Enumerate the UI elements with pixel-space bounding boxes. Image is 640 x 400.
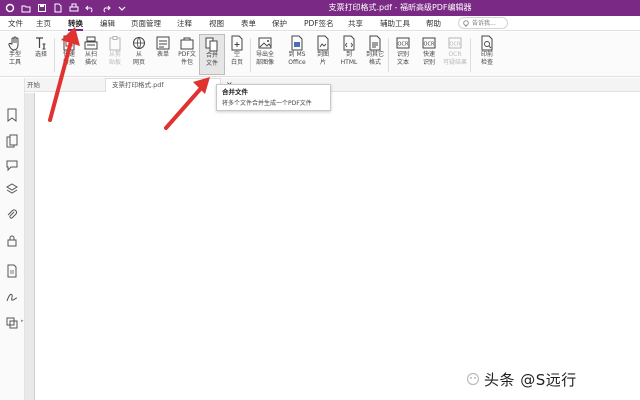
search-input[interactable] <box>472 19 506 28</box>
ocr-icon: OCR <box>396 37 410 49</box>
pdf-portfolio-icon <box>180 37 194 50</box>
export-images-icon <box>258 37 272 49</box>
preflight-icon <box>481 35 493 51</box>
other-format-icon <box>369 35 381 51</box>
signature-icon[interactable] <box>5 290 19 304</box>
left-navigation-rail: ▸ <box>0 78 25 400</box>
new-document-icon[interactable] <box>52 3 63 14</box>
export-images-button[interactable]: 导出全 部图像 <box>252 34 278 75</box>
text-select-icon <box>36 37 46 50</box>
comments-icon[interactable] <box>5 158 19 172</box>
ms-office-icon <box>291 35 303 51</box>
document-viewport <box>25 93 640 400</box>
collapse-panel-icon[interactable]: ▸ <box>21 318 24 324</box>
menu-pdf-sign[interactable]: PDF签名 <box>304 18 334 29</box>
menu-home[interactable]: 主页 <box>36 18 51 29</box>
watermark-text: 头条 @S远行 <box>484 370 577 389</box>
bookmark-icon[interactable] <box>5 108 19 122</box>
blank-page-icon <box>231 35 243 51</box>
menu-share[interactable]: 共享 <box>348 18 363 29</box>
customize-toolbar-icon[interactable] <box>116 3 127 14</box>
ocr-suspect-icon: OCR <box>448 37 462 49</box>
watermark-logo-icon <box>466 372 480 386</box>
document-tab[interactable]: 支票打印格式.pdf <box>105 78 221 92</box>
save-icon[interactable] <box>36 3 47 14</box>
file-info-icon[interactable] <box>5 264 19 278</box>
form-icon <box>156 36 170 50</box>
hand-icon <box>8 36 19 51</box>
page-thumbnails-icon[interactable] <box>5 134 19 148</box>
title-bar: 支票打印格式.pdf - 福昕高级PDF编辑器 <box>0 0 640 16</box>
svg-text:OCR: OCR <box>398 42 409 48</box>
menu-form[interactable]: 表单 <box>241 18 256 29</box>
combine-files-tooltip: 合并文件 将多个文件合并生成一个PDF文件 <box>216 84 331 111</box>
menu-accessibility[interactable]: 辅助工具 <box>380 18 410 29</box>
preflight-button[interactable]: 印前 检查 <box>474 34 500 75</box>
quick-ocr-icon: OCR <box>422 37 436 49</box>
menu-convert[interactable]: 转换 <box>68 18 83 31</box>
menu-file[interactable]: 文件 <box>8 18 23 29</box>
menu-edit[interactable]: 编辑 <box>100 18 115 29</box>
compare-pages-icon[interactable] <box>5 316 19 330</box>
attachment-icon[interactable] <box>5 208 19 222</box>
to-html-icon <box>343 35 355 51</box>
preflight-label-1: 印前 <box>480 51 493 58</box>
web-page-icon <box>133 37 145 49</box>
undo-icon[interactable] <box>84 3 95 14</box>
open-folder-icon[interactable] <box>20 3 31 14</box>
quick-convert-icon <box>63 35 75 51</box>
search-box[interactable] <box>458 17 508 29</box>
clipboard-icon <box>109 36 121 51</box>
app-logo-icon[interactable] <box>4 3 15 14</box>
ocr-suspect-results-button[interactable]: OCR OCR 可疑结果 <box>442 34 468 75</box>
pdf-editor-window: 支票打印格式.pdf - 福昕高级PDF编辑器 文件 主页 转换 编辑 页面管理… <box>0 0 640 400</box>
to-image-icon <box>317 35 329 51</box>
print-icon[interactable] <box>68 3 79 14</box>
layers-icon[interactable] <box>5 182 19 196</box>
source-watermark: 头条 @S远行 <box>466 368 636 390</box>
menu-protect[interactable]: 保护 <box>272 18 287 29</box>
quick-access-toolbar <box>4 2 127 14</box>
svg-text:OCR: OCR <box>450 42 461 48</box>
tooltip-title: 合并文件 <box>222 88 248 96</box>
menu-page-management[interactable]: 页面管理 <box>131 18 161 29</box>
document-tab-row: 开始 支票打印格式.pdf × <box>25 78 640 92</box>
menu-comment[interactable]: 注释 <box>177 18 192 29</box>
combine-files-icon <box>205 37 218 52</box>
convert-ribbon: 手型 工具 选择 快速 转换 从扫 描仪 从剪 贴板 从 网页 表单 PDF文 … <box>0 32 640 77</box>
window-title: 支票打印格式.pdf - 福昕高级PDF编辑器 <box>328 3 472 12</box>
tooltip-description: 将多个文件合并生成一个PDF文件 <box>222 100 312 107</box>
start-tab[interactable]: 开始 <box>27 80 40 90</box>
redo-icon[interactable] <box>100 3 111 14</box>
security-lock-icon[interactable] <box>5 234 19 248</box>
menu-bar: 文件 主页 转换 编辑 页面管理 注释 视图 表单 保护 PDF签名 共享 辅助… <box>0 16 640 31</box>
lightbulb-icon <box>463 20 469 27</box>
menu-help[interactable]: 帮助 <box>426 18 441 29</box>
menu-view[interactable]: 视图 <box>209 18 224 29</box>
svg-text:OCR: OCR <box>424 42 435 48</box>
scanner-icon <box>84 36 98 50</box>
pdf-page[interactable] <box>34 93 640 400</box>
preflight-label-2: 检查 <box>480 59 493 66</box>
